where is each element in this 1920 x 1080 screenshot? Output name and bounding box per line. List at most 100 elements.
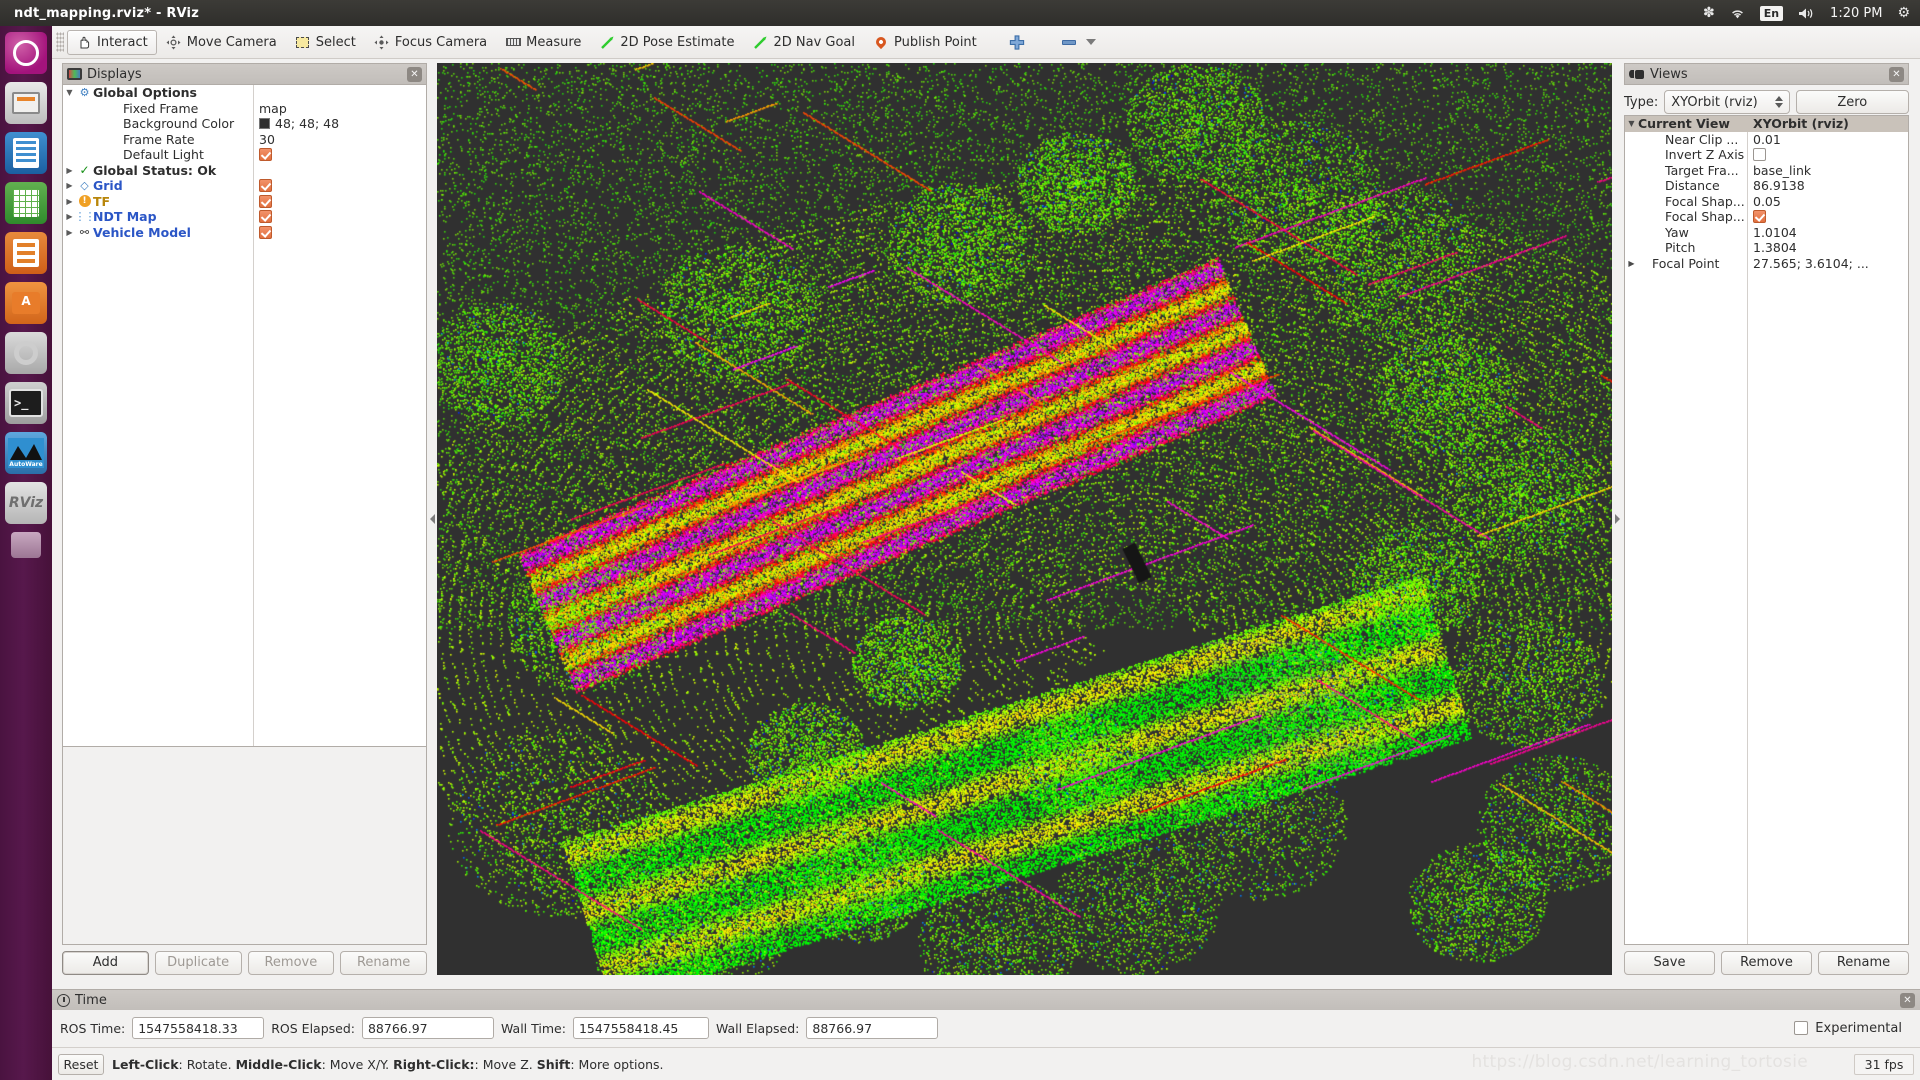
expander-icon[interactable]: ▶ xyxy=(63,197,76,206)
ros-elapsed-field[interactable]: 88766.97 xyxy=(361,1017,494,1039)
view-row-target-frame[interactable]: Target Fra... base_link xyxy=(1625,163,1908,179)
volume-icon[interactable] xyxy=(1798,7,1815,20)
ubuntu-dash-icon[interactable] xyxy=(5,32,47,74)
view-row-near-clip-distance[interactable]: Near Clip ... 0.01 xyxy=(1625,132,1908,148)
display-row-display-vehicle-model[interactable]: ▶ ⚯ Vehicle Model xyxy=(63,225,426,241)
enable-checkbox[interactable] xyxy=(259,179,272,193)
display-row-background-color[interactable]: Background Color 48; 48; 48 xyxy=(63,116,426,132)
remove-view-button[interactable]: Remove xyxy=(1721,950,1812,975)
tool-2d-pose-estimate[interactable]: 2D Pose Estimate xyxy=(590,30,743,55)
enable-checkbox[interactable] xyxy=(259,225,272,239)
3d-render-view[interactable] xyxy=(437,63,1612,975)
tool-2d-nav-goal[interactable]: 2D Nav Goal xyxy=(743,30,864,55)
display-row-value[interactable] xyxy=(259,210,272,224)
display-row-display-tf[interactable]: ▶! TF xyxy=(63,194,426,210)
view-row-focal-point[interactable]: ▶ Focal Point 27.565; 3.6104; ... xyxy=(1625,256,1908,272)
view-row-pitch[interactable]: Pitch 1.3804 xyxy=(1625,240,1908,256)
close-icon[interactable]: ✕ xyxy=(1900,992,1915,1008)
display-row-value[interactable] xyxy=(259,148,272,162)
views-tree-header[interactable]: ▼ Current View XYOrbit (rviz) xyxy=(1625,116,1908,132)
tool-move-camera[interactable]: Move Camera xyxy=(157,30,286,55)
experimental-checkbox[interactable] xyxy=(1794,1021,1809,1035)
chevron-down-icon[interactable] xyxy=(1085,39,1096,45)
system-settings-icon[interactable] xyxy=(5,332,47,374)
tool-interact[interactable]: Interact xyxy=(67,29,157,55)
left-panel-collapse-handle[interactable] xyxy=(427,63,437,975)
gear-icon[interactable]: ⚙ xyxy=(1897,6,1910,20)
tool-select[interactable]: Select xyxy=(286,30,365,55)
libreoffice-writer-icon[interactable] xyxy=(5,132,47,174)
view-row-focal-shape-size[interactable]: Focal Shap... 0.05 xyxy=(1625,194,1908,210)
wall-elapsed-field[interactable]: 88766.97 xyxy=(806,1017,939,1039)
keyboard-layout-indicator[interactable]: En xyxy=(1759,5,1784,21)
view-row-value[interactable]: 1.3804 xyxy=(1753,240,1797,255)
remove-tool-button[interactable] xyxy=(1052,30,1105,55)
software-center-icon[interactable] xyxy=(5,282,47,324)
color-swatch[interactable] xyxy=(259,118,270,130)
sys-menu-icon[interactable]: ✽ xyxy=(1703,6,1715,20)
tool-focus-camera[interactable]: Focus Camera xyxy=(365,30,496,55)
display-row-value[interactable]: map xyxy=(259,101,287,116)
rename-view-button[interactable]: Rename xyxy=(1818,950,1909,975)
view-row-value[interactable]: 1.0104 xyxy=(1753,225,1797,240)
add-tool-button[interactable] xyxy=(1000,30,1034,55)
view-row-value[interactable]: 0.01 xyxy=(1753,132,1781,147)
spinner-arrows-icon[interactable] xyxy=(1774,96,1783,108)
remove-display-button[interactable]: Remove xyxy=(247,950,335,975)
display-row-value[interactable] xyxy=(259,225,272,239)
duplicate-display-button[interactable]: Duplicate xyxy=(154,950,242,975)
wall-time-field[interactable]: 1547558418.45 xyxy=(572,1017,709,1039)
experimental-toggle[interactable]: Experimental xyxy=(1794,1021,1912,1036)
enable-checkbox[interactable] xyxy=(259,148,272,162)
view-row-focal-shape-fixed-size[interactable]: Focal Shap... xyxy=(1625,209,1908,225)
toolbar-drag-handle[interactable] xyxy=(56,32,64,52)
display-row-fixed-frame[interactable]: Fixed Frame map xyxy=(63,101,426,117)
display-row-global-options[interactable]: ▼ ⚙ Global Options xyxy=(63,85,426,101)
enable-checkbox[interactable] xyxy=(259,194,272,208)
view-row-value[interactable]: 27.565; 3.6104; ... xyxy=(1753,256,1869,271)
wifi-icon[interactable] xyxy=(1730,7,1745,20)
expander-icon[interactable]: ▶ xyxy=(63,166,76,175)
displays-tree[interactable]: ▼ ⚙ Global Options Fixed Frame map Background… xyxy=(62,85,427,747)
view-row-value[interactable] xyxy=(1753,210,1766,224)
view-row-invert-z-axis[interactable]: Invert Z Axis xyxy=(1625,147,1908,163)
rviz-icon[interactable]: RViz xyxy=(5,482,47,524)
clock[interactable]: 1:20 PM xyxy=(1830,6,1882,21)
view-row-distance[interactable]: Distance 86.9138 xyxy=(1625,178,1908,194)
zero-view-button[interactable]: Zero xyxy=(1795,90,1909,114)
display-row-global-status[interactable]: ▶ ✓ Global Status: Ok xyxy=(63,163,426,179)
expander-icon[interactable]: ▼ xyxy=(63,88,76,97)
display-row-value[interactable]: 48; 48; 48 xyxy=(259,116,339,131)
display-row-display-ndt-map[interactable]: ▶ ⋮⋮ NDT Map xyxy=(63,209,426,225)
tool-publish-point[interactable]: Publish Point xyxy=(864,30,986,55)
expander-icon[interactable]: ▶ xyxy=(63,228,76,237)
display-row-display-grid[interactable]: ▶ ◇ Grid xyxy=(63,178,426,194)
autoware-icon[interactable]: AutoWare xyxy=(5,432,47,474)
views-properties-tree[interactable]: ▼ Current View XYOrbit (rviz) Near Clip ...… xyxy=(1624,115,1909,945)
right-panel-collapse-handle[interactable] xyxy=(1612,63,1622,975)
expander-icon[interactable]: ▼ xyxy=(1625,119,1638,128)
display-row-default-light[interactable]: Default Light xyxy=(63,147,426,163)
display-row-frame-rate[interactable]: Frame Rate 30 xyxy=(63,132,426,148)
rename-display-button[interactable]: Rename xyxy=(340,950,427,975)
display-row-value[interactable]: 30 xyxy=(259,132,275,147)
enable-checkbox[interactable] xyxy=(1753,148,1766,162)
display-row-value[interactable] xyxy=(259,179,272,193)
view-row-yaw[interactable]: Yaw 1.0104 xyxy=(1625,225,1908,241)
screenshot-icon[interactable] xyxy=(11,532,41,558)
enable-checkbox[interactable] xyxy=(259,210,272,224)
tool-measure[interactable]: Measure xyxy=(496,30,590,55)
view-row-value[interactable]: 86.9138 xyxy=(1753,178,1805,193)
expander-icon[interactable]: ▶ xyxy=(63,181,76,190)
enable-checkbox[interactable] xyxy=(1753,210,1766,224)
files-icon[interactable] xyxy=(5,82,47,124)
libreoffice-impress-icon[interactable] xyxy=(5,232,47,274)
view-type-select[interactable]: XYOrbit (rviz) xyxy=(1664,90,1790,114)
save-view-button[interactable]: Save xyxy=(1624,950,1715,975)
reset-button[interactable]: Reset xyxy=(58,1053,104,1075)
view-row-value[interactable]: base_link xyxy=(1753,163,1811,178)
close-icon[interactable]: ✕ xyxy=(1889,66,1904,82)
view-row-value[interactable] xyxy=(1753,148,1766,162)
view-row-value[interactable]: 0.05 xyxy=(1753,194,1781,209)
terminal-icon[interactable]: >_ xyxy=(5,382,47,424)
